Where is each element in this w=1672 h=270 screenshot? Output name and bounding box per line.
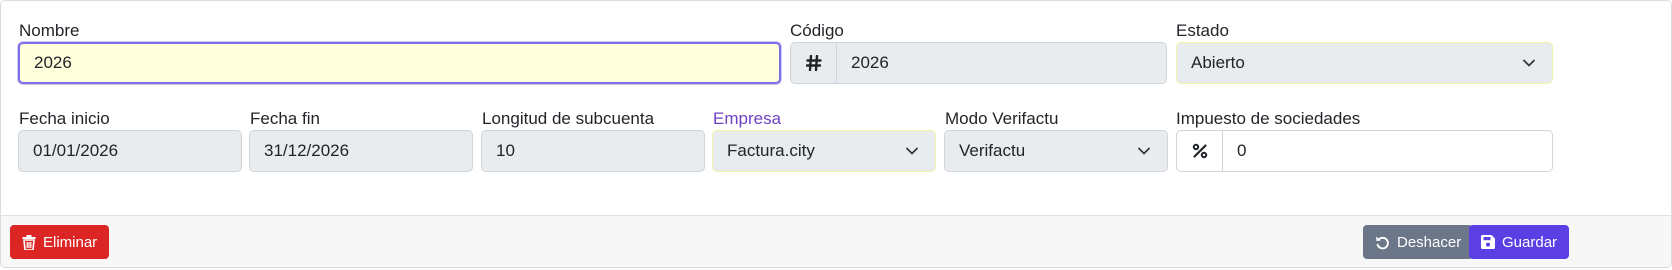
delete-button-label: Eliminar	[43, 233, 98, 251]
percent-icon-glyph	[1192, 143, 1207, 159]
chevron-down-icon	[1138, 147, 1150, 155]
estado-label: Estado	[1176, 21, 1229, 40]
undo-icon	[1376, 236, 1389, 249]
chevron-down-icon	[1523, 59, 1535, 67]
fecha-fin-value: 31/12/2026	[264, 141, 350, 160]
estado-value: Abierto	[1191, 53, 1245, 72]
save-button-label: Guardar	[1502, 233, 1558, 251]
empresa-label: Empresa	[713, 109, 782, 128]
percent-icon	[1176, 130, 1223, 172]
empresa-select[interactable]: Factura.city	[712, 130, 936, 172]
fecha-fin-label: Fecha fin	[250, 109, 320, 128]
codigo-label: Código	[790, 21, 844, 40]
longitud-subcuenta-label: Longitud de subcuenta	[482, 109, 655, 128]
hash-icon-glyph	[805, 55, 822, 71]
modo-verifactu-value: Verifactu	[959, 141, 1026, 160]
form-footer: Eliminar Deshacer Guardar	[1, 215, 1671, 267]
undo-button-label: Deshacer	[1397, 233, 1462, 251]
impuesto-sociedades-value: 0	[1237, 141, 1247, 160]
modo-verifactu-label: Modo Verifactu	[945, 109, 1059, 128]
trash-icon	[22, 234, 36, 250]
nombre-input[interactable]: 2026	[18, 42, 781, 84]
hash-icon	[790, 42, 837, 84]
codigo-value: 2026	[851, 53, 889, 72]
codigo-input[interactable]: 2026	[836, 42, 1167, 84]
chevron-down-icon	[906, 147, 918, 155]
fecha-inicio-input[interactable]: 01/01/2026	[18, 130, 242, 172]
impuesto-sociedades-input[interactable]: 0	[1222, 130, 1553, 172]
longitud-subcuenta-value: 10	[496, 141, 515, 160]
undo-button[interactable]: Deshacer	[1363, 225, 1474, 259]
delete-button[interactable]: Eliminar	[10, 225, 110, 259]
save-button[interactable]: Guardar	[1469, 225, 1570, 259]
fecha-fin-input[interactable]: 31/12/2026	[249, 130, 473, 172]
empresa-value: Factura.city	[727, 141, 815, 160]
longitud-subcuenta-input[interactable]: 10	[481, 130, 705, 172]
form-card: Nombre 2026 Código 2026 Estado Abierto F…	[0, 0, 1672, 268]
impuesto-sociedades-label: Impuesto de sociedades	[1176, 109, 1361, 128]
floppy-disk-icon	[1481, 235, 1495, 249]
estado-select[interactable]: Abierto	[1176, 42, 1553, 84]
fecha-inicio-value: 01/01/2026	[33, 141, 119, 160]
modo-verifactu-select[interactable]: Verifactu	[944, 130, 1168, 172]
fecha-inicio-label: Fecha inicio	[19, 109, 110, 128]
nombre-value: 2026	[34, 53, 72, 72]
nombre-label: Nombre	[19, 21, 80, 40]
